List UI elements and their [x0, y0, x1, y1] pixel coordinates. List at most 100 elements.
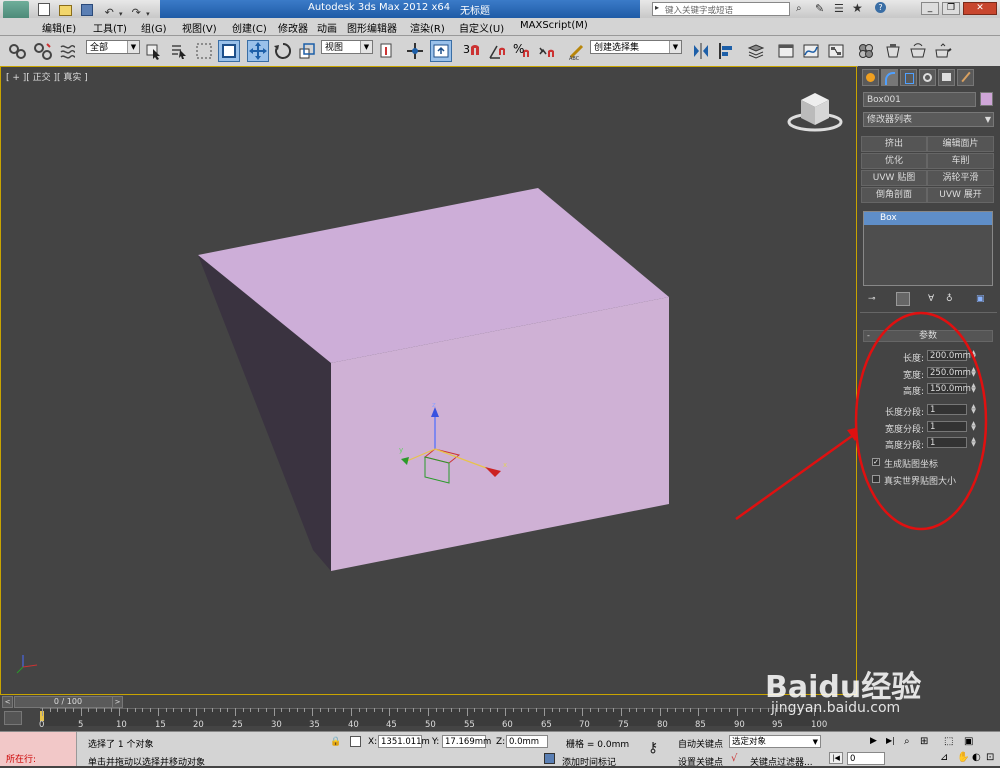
- redo-dropdown-icon[interactable]: ▾: [146, 10, 150, 18]
- reference-coordinate-dropdown[interactable]: 视图 ▼: [321, 40, 373, 54]
- undo-dropdown-icon[interactable]: ▾: [119, 10, 123, 18]
- zoom-icon[interactable]: ⌕: [904, 736, 910, 747]
- menu-customize[interactable]: 自定义(U): [459, 20, 504, 35]
- maximize-button[interactable]: ❐: [942, 2, 960, 15]
- curve-editor-icon[interactable]: [800, 40, 822, 62]
- align-icon[interactable]: [715, 40, 737, 62]
- select-and-manipulate-icon[interactable]: [404, 40, 426, 62]
- modifier-stack-list[interactable]: Box: [863, 211, 993, 286]
- menu-group[interactable]: 组(G): [141, 20, 167, 35]
- modifier-edit-patch-button[interactable]: 编辑面片: [927, 136, 994, 152]
- object-color-swatch[interactable]: [980, 92, 993, 106]
- select-and-scale-icon[interactable]: [296, 40, 318, 62]
- communication-icon[interactable]: ☰: [834, 2, 844, 15]
- x-coordinate-field[interactable]: 1351.011m: [378, 735, 430, 748]
- render-production-icon[interactable]: [932, 40, 954, 62]
- graphite-modeling-tools-icon[interactable]: [775, 40, 797, 62]
- modifier-list-dropdown[interactable]: 修改器列表 ▼: [863, 112, 994, 127]
- menu-modifiers[interactable]: 修改器: [278, 20, 308, 35]
- z-coordinate-field[interactable]: 0.0mm: [506, 735, 548, 748]
- select-and-move-icon[interactable]: [247, 40, 269, 62]
- add-time-tag-icon[interactable]: [544, 753, 555, 764]
- orbit-icon[interactable]: ◐: [972, 752, 981, 763]
- rectangular-selection-icon[interactable]: [193, 40, 215, 62]
- select-object-icon[interactable]: [143, 40, 165, 62]
- y-coordinate-field[interactable]: 17.169mm: [442, 735, 491, 748]
- save-file-icon[interactable]: [81, 4, 94, 16]
- key-mode-dropdown[interactable]: 选定对象 ▼: [729, 735, 821, 748]
- modifier-turbosmooth-button[interactable]: 涡轮平滑: [927, 170, 994, 186]
- field-of-view-icon[interactable]: ⊿: [940, 752, 948, 763]
- time-slider[interactable]: 0 / 100: [14, 696, 122, 708]
- new-file-icon[interactable]: [38, 3, 50, 16]
- unlink-selection-icon[interactable]: [32, 40, 54, 62]
- angle-snap-toggle-icon[interactable]: [486, 40, 508, 62]
- zoom-extents-all-icon[interactable]: ▣: [964, 736, 973, 747]
- current-frame-field[interactable]: 0: [847, 752, 885, 765]
- perspective-viewport[interactable]: [ + ][ 正交 ][ 真实 ] z x y: [0, 66, 857, 695]
- rendered-frame-window-icon[interactable]: [907, 40, 929, 62]
- layer-manager-icon[interactable]: [745, 40, 767, 62]
- menu-create[interactable]: 创建(C): [232, 20, 267, 35]
- pan-view-icon[interactable]: ✋: [957, 752, 969, 763]
- modifier-lathe-button[interactable]: 车削: [927, 153, 994, 169]
- make-unique-icon[interactable]: ∀: [928, 294, 934, 304]
- bind-to-space-warp-icon[interactable]: [57, 40, 79, 62]
- use-pivot-center-icon[interactable]: [376, 40, 398, 62]
- percent-snap-toggle-icon[interactable]: %: [510, 40, 532, 62]
- render-setup-icon[interactable]: [882, 40, 904, 62]
- modifier-unwrap-uvw-button[interactable]: UVW 展开: [927, 187, 994, 203]
- add-time-tag-label[interactable]: 添加时间标记: [562, 755, 616, 768]
- select-by-name-icon[interactable]: [168, 40, 190, 62]
- modify-tab-icon[interactable]: [881, 69, 898, 86]
- lock-selection-icon[interactable]: 🔒: [330, 737, 341, 747]
- auto-key-button[interactable]: 自动关键点: [678, 737, 723, 750]
- zoom-all-icon[interactable]: ⊞: [920, 736, 928, 747]
- time-slider-prev-button[interactable]: <: [2, 696, 13, 708]
- select-and-link-icon[interactable]: [7, 40, 29, 62]
- modifier-extrude-button[interactable]: 挤出: [861, 136, 927, 152]
- selection-filter-dropdown[interactable]: 全部 ▼: [86, 40, 140, 54]
- window-crossing-icon[interactable]: [218, 40, 240, 62]
- next-frame-icon[interactable]: ▶|: [886, 736, 898, 748]
- modifier-optimize-button[interactable]: 优化: [861, 153, 927, 169]
- material-editor-icon[interactable]: [855, 40, 877, 62]
- mirror-icon[interactable]: [690, 40, 712, 62]
- menu-tools[interactable]: 工具(T): [93, 20, 127, 35]
- menu-rendering[interactable]: 渲染(R): [410, 20, 445, 35]
- help-icon[interactable]: ?: [875, 2, 886, 13]
- select-and-rotate-icon[interactable]: [272, 40, 294, 62]
- hierarchy-tab-icon[interactable]: [900, 69, 917, 86]
- maximize-viewport-icon[interactable]: ⊡: [986, 752, 994, 763]
- go-to-start-button[interactable]: |◀: [829, 752, 843, 764]
- menu-animation[interactable]: 动画: [317, 20, 337, 35]
- key-icon[interactable]: ⚷: [648, 740, 658, 756]
- play-icon[interactable]: ▶: [870, 736, 882, 748]
- edit-named-selection-icon[interactable]: ABC: [566, 40, 588, 62]
- minimize-button[interactable]: _: [921, 2, 939, 15]
- maxscript-listener[interactable]: 所在行:: [0, 732, 77, 766]
- menu-maxscript[interactable]: MAXScript(M): [520, 20, 588, 31]
- absolute-mode-icon[interactable]: [350, 736, 361, 747]
- menu-views[interactable]: 视图(V): [182, 20, 217, 35]
- keyboard-shortcut-override-icon[interactable]: [430, 40, 452, 62]
- close-button[interactable]: ✕: [963, 2, 997, 15]
- key-filters-button[interactable]: 关键点过滤器...: [750, 755, 813, 768]
- set-key-button[interactable]: 设置关键点: [678, 755, 723, 768]
- utilities-tab-icon[interactable]: [957, 69, 974, 86]
- open-file-icon[interactable]: [59, 5, 73, 16]
- zoom-extents-icon[interactable]: ⬚: [944, 736, 953, 747]
- configure-modifier-sets-icon[interactable]: ▣: [976, 294, 985, 304]
- modifier-uvw-map-button[interactable]: UVW 贴图: [861, 170, 927, 186]
- modifier-bevel-profile-button[interactable]: 倒角剖面: [861, 187, 927, 203]
- track-bar-toggle-icon[interactable]: [4, 711, 22, 725]
- named-selection-set-dropdown[interactable]: 创建选择集 ▼: [590, 40, 682, 54]
- display-tab-icon[interactable]: [938, 69, 955, 86]
- create-tab-icon[interactable]: [862, 69, 879, 86]
- pin-stack-icon[interactable]: ⊸: [868, 294, 876, 304]
- favorites-icon[interactable]: ★: [852, 1, 863, 15]
- remove-modifier-icon[interactable]: ♁: [946, 294, 953, 304]
- menu-edit[interactable]: 编辑(E): [42, 20, 76, 35]
- snaps-toggle-icon[interactable]: 3: [461, 40, 483, 62]
- spinner-snap-toggle-icon[interactable]: [535, 40, 557, 62]
